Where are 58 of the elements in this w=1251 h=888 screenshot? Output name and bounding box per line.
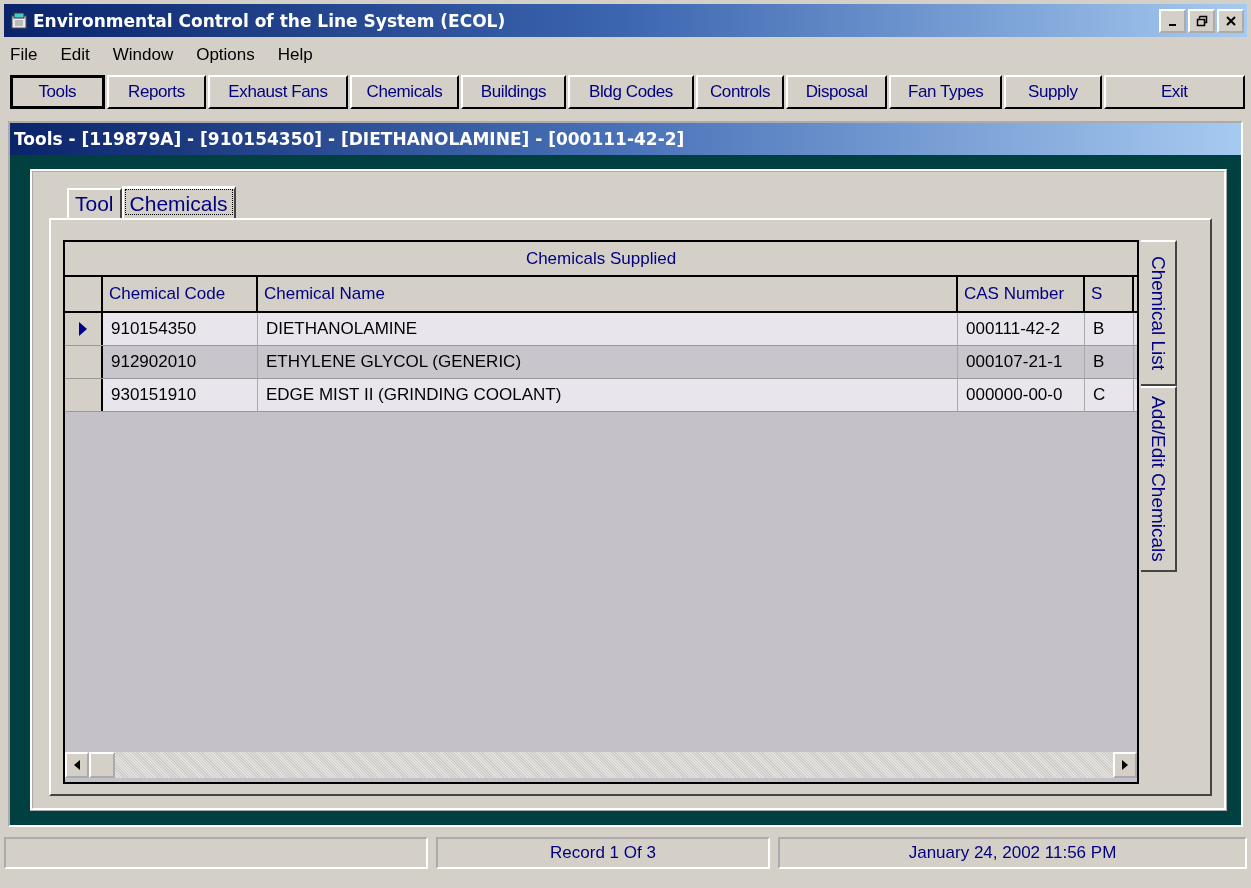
horizontal-scrollbar[interactable] [65, 752, 1137, 778]
table-cell: 000000-00-0 [958, 379, 1085, 411]
tab[interactable]: Chemicals [121, 186, 236, 218]
restore-icon [1195, 14, 1208, 27]
toolbar-button[interactable]: Exit [1103, 75, 1245, 109]
tab[interactable]: Tool [67, 188, 122, 218]
scroll-right-button[interactable] [1113, 752, 1137, 778]
toolbar-button[interactable]: Exhaust Fans [208, 75, 348, 109]
row-selector[interactable] [65, 313, 103, 345]
status-panel: January 24, 2002 11:56 PM [778, 837, 1247, 869]
side-tab[interactable]: Add/Edit Chemicals [1141, 386, 1177, 572]
table-cell: ETHYLENE GLYCOL (GENERIC) [258, 346, 958, 378]
close-button[interactable] [1217, 8, 1244, 33]
menu-item[interactable]: Options [196, 45, 255, 65]
table-cell: 912902010 [103, 346, 258, 378]
scroll-thumb[interactable] [89, 752, 115, 778]
row-selector[interactable] [65, 346, 103, 378]
table-cell: DIETHANOLAMINE [258, 313, 958, 345]
menu-item[interactable]: File [10, 45, 38, 65]
toolbar-button[interactable]: Bldg Codes [567, 75, 695, 109]
table-cell: EDGE MIST II (GRINDING COOLANT) [258, 379, 958, 411]
menu-item[interactable]: Window [112, 45, 174, 65]
row-selector[interactable] [65, 379, 103, 411]
current-row-icon [78, 322, 88, 336]
menu-item[interactable]: Help [277, 45, 313, 65]
toolbar-button[interactable]: Supply [1003, 75, 1102, 109]
table-cell: 930151910 [103, 379, 258, 411]
column-header[interactable]: Chemical Name [258, 277, 958, 311]
status-panel: Record 1 Of 3 [436, 837, 770, 869]
left-arrow-icon [74, 760, 80, 770]
side-tab[interactable]: Chemical List [1141, 240, 1177, 387]
table-cell: B [1085, 346, 1134, 378]
toolbar-button[interactable]: Buildings [461, 75, 566, 109]
scroll-left-button[interactable] [65, 752, 89, 778]
table-cell: 910154350 [103, 313, 258, 345]
table-cell: 000107-21-1 [958, 346, 1085, 378]
table-cell: 000111-42-2 [958, 313, 1085, 345]
toolbar-button[interactable]: Controls [696, 75, 784, 109]
restore-button[interactable] [1188, 8, 1215, 33]
column-header[interactable]: Chemical Code [103, 277, 258, 311]
table-cell: B [1085, 313, 1134, 345]
column-header[interactable]: CAS Number [958, 277, 1085, 311]
grid-caption: Chemicals Supplied [65, 242, 1137, 277]
right-arrow-icon [1122, 760, 1128, 770]
toolbar-button[interactable]: Tools [10, 75, 105, 109]
application-icon [10, 11, 30, 30]
toolbar-button[interactable]: Disposal [785, 75, 888, 109]
child-window-title: Tools - [119879A] - [910154350] - [DIETHANOLAMINE] - [000111-42-2] [10, 123, 1241, 155]
close-icon [1224, 14, 1237, 27]
toolbar-button[interactable]: Chemicals [349, 75, 460, 109]
menu-item[interactable]: Edit [60, 45, 90, 65]
minimize-icon [1169, 23, 1176, 26]
table-cell: C [1085, 379, 1134, 411]
minimize-button[interactable] [1159, 8, 1186, 33]
window-title: Environmental Control of the Line System (ECOL) [33, 10, 506, 31]
column-header[interactable]: S [1085, 277, 1134, 311]
toolbar-button[interactable]: Reports [106, 75, 207, 109]
toolbar-button[interactable]: Fan Types [889, 75, 1002, 109]
